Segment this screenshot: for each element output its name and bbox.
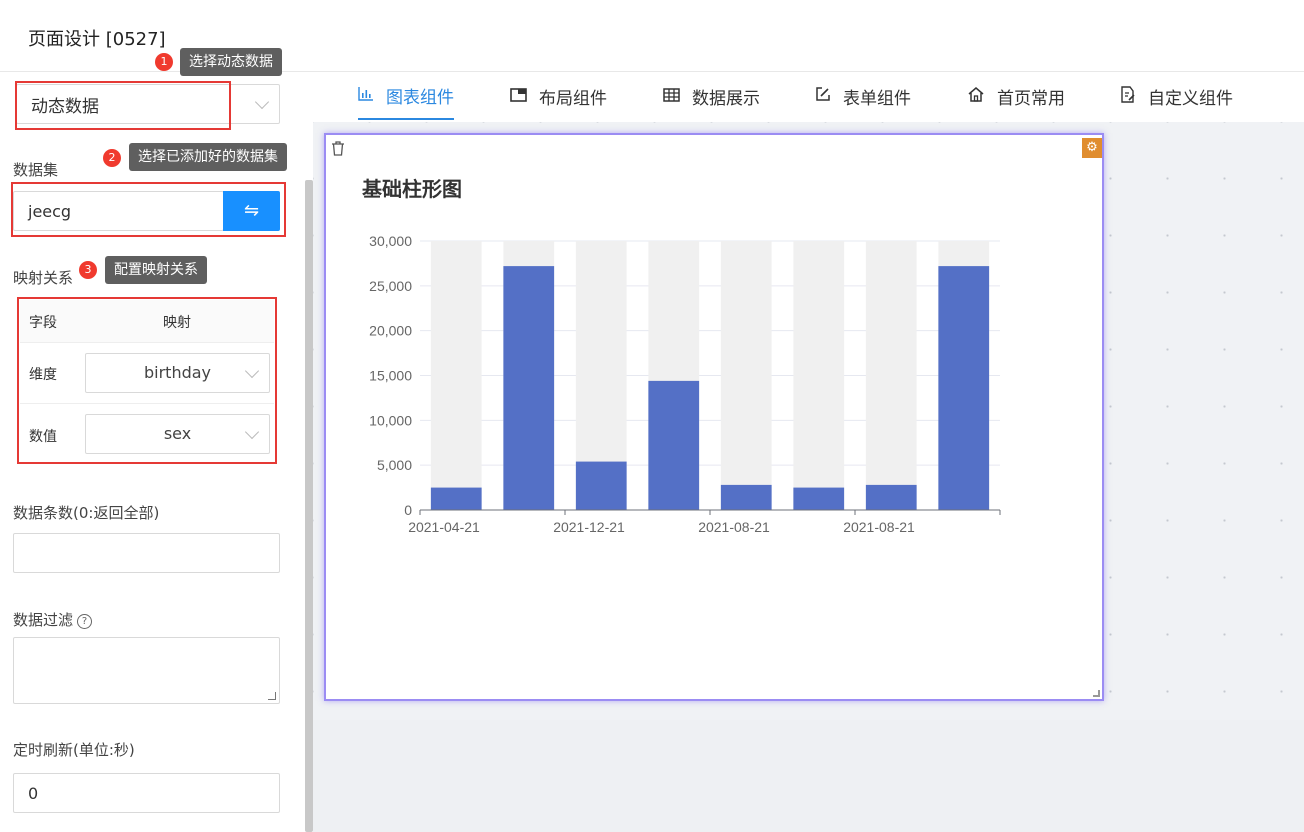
layout-icon [510, 87, 527, 106]
tab-label: 图表组件 [386, 87, 454, 108]
y-tick-label: 20,000 [369, 323, 412, 339]
filter-textarea[interactable] [13, 637, 280, 704]
gear-icon[interactable]: ⚙ [1082, 138, 1102, 158]
tab-label: 自定义组件 [1148, 88, 1233, 109]
count-input[interactable] [13, 533, 280, 573]
chevron-down-icon [254, 94, 270, 110]
x-tick-label: 2021-04-21 [408, 519, 480, 535]
canvas-outer-area [313, 720, 1304, 832]
tab-data-display[interactable]: 数据展示 [663, 72, 760, 120]
tab-form-components[interactable]: 表单组件 [815, 72, 911, 120]
x-tick-label: 2021-12-21 [553, 519, 625, 535]
annotation-tip-1: 选择动态数据 [180, 48, 282, 76]
y-tick-label: 15,000 [369, 368, 412, 384]
home-icon [967, 86, 985, 106]
filter-label: 数据过滤? [13, 609, 93, 630]
resize-grip-icon[interactable] [268, 692, 276, 700]
bar-background [720, 241, 772, 510]
bar [720, 484, 772, 510]
bar-chart: 0 5,000 10,000 15,000 20,000 25,000 30,000 2021… [369, 233, 1001, 535]
help-icon[interactable]: ? [77, 614, 93, 629]
tab-chart-components[interactable]: 图表组件 [358, 72, 454, 120]
filter-label-text: 数据过滤 [13, 611, 74, 629]
bar [648, 380, 700, 510]
bar [793, 487, 845, 510]
sidebar-scrollbar[interactable] [305, 180, 313, 832]
y-tick-label: 0 [404, 502, 412, 518]
annotation-badge-3: 3 [79, 261, 97, 279]
refresh-input[interactable]: 0 [13, 773, 280, 813]
tab-home-common[interactable]: 首页常用 [967, 72, 1065, 120]
mapping-label: 映射关系 [13, 269, 74, 287]
y-tick-label: 30,000 [369, 233, 412, 249]
component-tabs: 图表组件 布局组件 数据展示 表单组件 首页常用 自定义组件 [313, 72, 1304, 122]
chart-widget[interactable]: ⚙ 基础柱形图 0 5,000 10,000 15,000 20,000 25,000 30… [326, 135, 1102, 699]
dataset-label: 数据集 [13, 161, 59, 179]
y-tick-label: 10,000 [369, 412, 412, 428]
tab-label: 表单组件 [843, 88, 911, 109]
bar [865, 484, 917, 510]
tab-label: 首页常用 [997, 88, 1065, 109]
y-tick-label: 25,000 [369, 278, 412, 294]
tab-label: 布局组件 [539, 88, 607, 109]
x-tick-label: 2021-08-21 [698, 519, 770, 535]
resize-handle-icon[interactable] [1093, 690, 1100, 697]
bar [575, 461, 627, 510]
bar-background [793, 241, 845, 510]
annotation-badge-1: 1 [155, 53, 173, 71]
bar [503, 266, 555, 510]
highlight-frame-1 [15, 81, 231, 130]
x-tick-label: 2021-08-21 [843, 519, 915, 535]
page-title: 页面设计 [0527] [28, 29, 166, 50]
table-icon [663, 87, 680, 106]
highlight-frame-2 [11, 182, 286, 237]
annotation-tip-2: 选择已添加好的数据集 [129, 143, 287, 171]
bar-background [430, 241, 482, 510]
tab-layout-components[interactable]: 布局组件 [510, 72, 607, 120]
chart-title: 基础柱形图 [362, 177, 462, 201]
annotation-tip-3: 配置映射关系 [105, 256, 207, 284]
tab-custom-components[interactable]: 自定义组件 [1120, 72, 1233, 120]
y-tick-label: 5,000 [377, 457, 412, 473]
bar-background [865, 241, 917, 510]
trash-icon[interactable] [331, 141, 345, 160]
highlight-frame-3 [17, 297, 277, 464]
bar-chart-icon [358, 86, 374, 105]
count-label: 数据条数(0:返回全部) [13, 504, 160, 522]
annotation-badge-2: 2 [103, 149, 121, 167]
refresh-label: 定时刷新(单位:秒) [13, 741, 135, 759]
bar [938, 266, 990, 510]
custom-file-icon [1120, 85, 1136, 107]
form-edit-icon [815, 86, 831, 106]
refresh-value: 0 [28, 783, 39, 803]
bar [430, 487, 482, 510]
tab-label: 数据展示 [692, 88, 760, 109]
